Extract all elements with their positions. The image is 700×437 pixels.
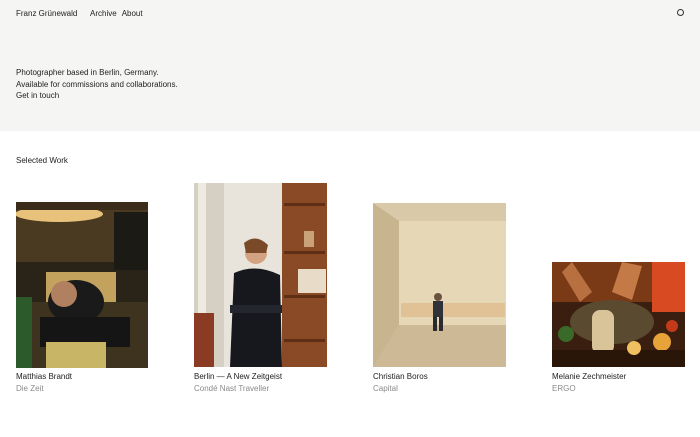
nav-about-link[interactable]: About — [122, 9, 143, 18]
work-title[interactable]: Melanie Zechmeister — [552, 372, 626, 381]
intro-band — [0, 0, 700, 131]
intro-line: Photographer based in Berlin, Germany. — [16, 68, 159, 77]
work-image-melanie-zechmeister[interactable] — [552, 262, 685, 367]
work-publication: Capital — [373, 384, 398, 393]
work-image-matthias-brandt[interactable] — [16, 202, 148, 368]
work-title[interactable]: Christian Boros — [373, 372, 428, 381]
work-image-berlin-new-zeitgeist[interactable] — [194, 183, 327, 367]
work-title[interactable]: Berlin — A New Zeitgeist — [194, 372, 282, 381]
work-publication: ERGO — [552, 384, 576, 393]
work-publication: Die Zeit — [16, 384, 44, 393]
intro-text: Photographer based in Berlin, Germany. A… — [16, 67, 178, 102]
theme-toggle-icon[interactable] — [677, 9, 684, 16]
nav-archive-link[interactable]: Archive — [90, 9, 117, 18]
main-nav: Archive About — [90, 9, 143, 18]
get-in-touch-link[interactable]: Get in touch — [16, 90, 178, 102]
section-title: Selected Work — [16, 156, 68, 165]
work-image-christian-boros[interactable] — [373, 203, 506, 367]
site-name-link[interactable]: Franz Grünewald — [16, 9, 77, 18]
work-publication: Condé Nast Traveller — [194, 384, 270, 393]
intro-line: Available for commissions and collaborat… — [16, 79, 178, 89]
work-title[interactable]: Matthias Brandt — [16, 372, 72, 381]
